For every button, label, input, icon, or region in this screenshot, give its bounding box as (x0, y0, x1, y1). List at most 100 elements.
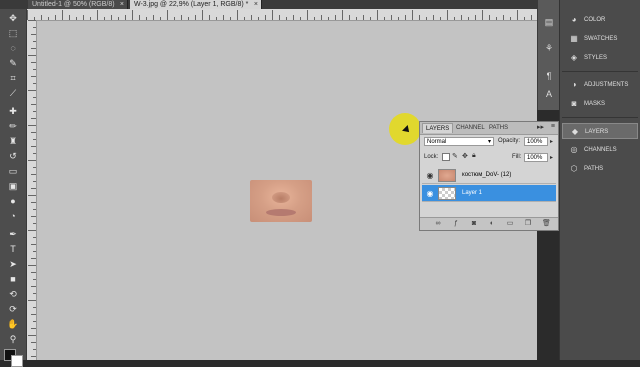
swatches-panel-button[interactable]: ▦ SWATCHES (562, 31, 638, 47)
quick-select-icon[interactable]: ✎ (7, 57, 19, 69)
ruler-tick (33, 139, 36, 140)
hand-icon[interactable]: ✋ (7, 318, 19, 330)
layer-name: костюм_DoV- (12) (462, 172, 512, 178)
character-icon[interactable]: A (543, 88, 555, 100)
ruler-tick (28, 265, 36, 266)
tab-w-3-jpg[interactable]: W-3.jpg @ 22,9% (Layer 1, RGB/8) * × (130, 0, 262, 9)
trash-icon[interactable]: 🗑︎ (542, 220, 551, 228)
lock-position-icon[interactable]: ✥ (462, 152, 468, 160)
channels-icon: ◎ (570, 145, 578, 154)
ruler-tick (33, 209, 36, 210)
adjustment-layer-icon[interactable]: ◐ (488, 220, 496, 228)
ruler-tick (69, 15, 70, 20)
paragraph-icon[interactable]: ¶ (543, 70, 555, 82)
tab-channels[interactable]: CHANNEL (453, 123, 488, 133)
path-select-icon[interactable]: ➤ (7, 258, 19, 270)
shape-icon[interactable]: ■ (7, 273, 19, 285)
ruler-tick (391, 15, 392, 20)
lock-transparent-icon[interactable] (442, 153, 450, 161)
blend-mode-select[interactable]: Normal ▾ (424, 137, 494, 146)
ruler-tick (398, 17, 399, 20)
ruler-tick (258, 17, 259, 20)
ruler-tick (90, 17, 91, 20)
layer-row-selected[interactable]: ◉ Layer 1 (422, 185, 556, 202)
panel-label: SWATCHES (584, 36, 618, 42)
ruler-tick (28, 230, 36, 231)
layer-row[interactable]: ◉ костюм_DoV- (12) (422, 167, 556, 184)
ruler-tick (293, 15, 294, 20)
eyedropper-icon[interactable]: ⟋ (7, 87, 19, 99)
ruler-tick (62, 10, 63, 20)
ruler-tick (31, 146, 36, 147)
color-panel-button[interactable]: ◕ COLOR (562, 12, 638, 28)
tab-untitled-1[interactable]: Untitled-1 @ 50% (RGB/8) × (28, 0, 128, 9)
gradient-icon[interactable]: ▣ (7, 180, 19, 192)
layers-panel-button[interactable]: ◆ LAYERS (562, 123, 638, 139)
add-mask-icon[interactable]: ◙ (470, 220, 478, 228)
ruler-tick (307, 10, 308, 20)
panel-label: MASKS (584, 101, 606, 107)
background-color-swatch[interactable] (11, 355, 23, 367)
swatches-icon: ▦ (570, 34, 578, 43)
dodge-icon[interactable]: ◔ (7, 210, 19, 222)
ruler-tick (265, 15, 266, 20)
history-brush-icon[interactable]: ↺ (7, 150, 19, 162)
tab-layers[interactable]: LAYERS (422, 123, 454, 133)
3d-orbit-icon[interactable]: ⟳ (7, 303, 19, 315)
panel-collapse-icon[interactable]: ▸▸ (537, 123, 544, 131)
healing-brush-icon[interactable]: ✚ (7, 105, 19, 117)
fill-input[interactable]: 100% (524, 153, 548, 162)
ruler-tick (31, 328, 36, 329)
styles-panel-button[interactable]: ◈ STYLES (562, 50, 638, 66)
ruler-tick (363, 15, 364, 20)
close-icon[interactable]: × (254, 0, 258, 9)
type-icon[interactable]: T (7, 243, 19, 255)
3d-rotate-icon[interactable]: ⟲ (7, 288, 19, 300)
ruler-tick (461, 15, 462, 20)
new-group-icon[interactable]: ▭ (506, 220, 514, 228)
move-icon[interactable]: ✥ (7, 12, 19, 24)
ruler-tick (31, 188, 36, 189)
history-icon[interactable]: ▤ (543, 16, 555, 28)
layer-thumbnail (438, 169, 456, 182)
lock-pixels-icon[interactable]: ✎ (452, 152, 458, 160)
blur-icon[interactable]: ● (7, 195, 19, 207)
close-icon[interactable]: × (120, 0, 124, 9)
layers-panel: LAYERS CHANNEL PATHS ▸▸ ≡ Normal ▾ Opaci… (419, 121, 559, 231)
ruler-tick (223, 15, 224, 20)
channels-panel-button[interactable]: ◎ CHANNELS (562, 142, 638, 158)
clone-stamp-icon[interactable]: ♜ (7, 135, 19, 147)
new-layer-icon[interactable]: ❐ (524, 220, 532, 228)
fill-arrow-icon[interactable]: ▸ (550, 154, 553, 161)
ruler-tick (531, 15, 532, 20)
tab-paths[interactable]: PATHS (486, 123, 511, 133)
ruler-tick (314, 17, 315, 20)
fx-icon[interactable]: ƒ (452, 220, 460, 228)
ruler-tick (118, 17, 119, 20)
brush-presets-icon[interactable]: ⚘ (543, 42, 555, 54)
ruler-tick (412, 10, 413, 20)
panel-menu-icon[interactable]: ≡ (551, 123, 555, 130)
link-layers-icon[interactable]: ∞ (434, 220, 442, 228)
adjustments-panel-button[interactable]: ◑ ADJUSTMENTS (562, 77, 638, 93)
zoom-icon[interactable]: ⚲ (7, 333, 19, 345)
ruler-tick (475, 15, 476, 20)
eraser-icon[interactable]: ▭ (7, 165, 19, 177)
opacity-label: Opacity: (498, 138, 521, 144)
lasso-icon[interactable]: ◌ (7, 42, 19, 54)
masks-panel-button[interactable]: ◙ MASKS (562, 96, 638, 112)
lock-all-icon[interactable]: 🔒︎ (472, 152, 476, 160)
paths-panel-button[interactable]: ⬡ PATHS (562, 161, 638, 177)
brush-icon[interactable]: ✏ (7, 120, 19, 132)
eye-icon[interactable]: ◉ (425, 185, 435, 202)
ruler-tick (28, 160, 36, 161)
opacity-arrow-icon[interactable]: ▸ (550, 138, 553, 145)
crop-icon[interactable]: ⌗ (7, 72, 19, 84)
pen-icon[interactable]: ✒ (7, 228, 19, 240)
marquee-icon[interactable]: ⬚ (7, 27, 19, 39)
divider (562, 71, 638, 72)
paths-icon: ⬡ (570, 164, 578, 173)
eye-icon[interactable]: ◉ (425, 167, 435, 184)
ruler-tick (31, 258, 36, 259)
opacity-input[interactable]: 100% (524, 137, 548, 146)
